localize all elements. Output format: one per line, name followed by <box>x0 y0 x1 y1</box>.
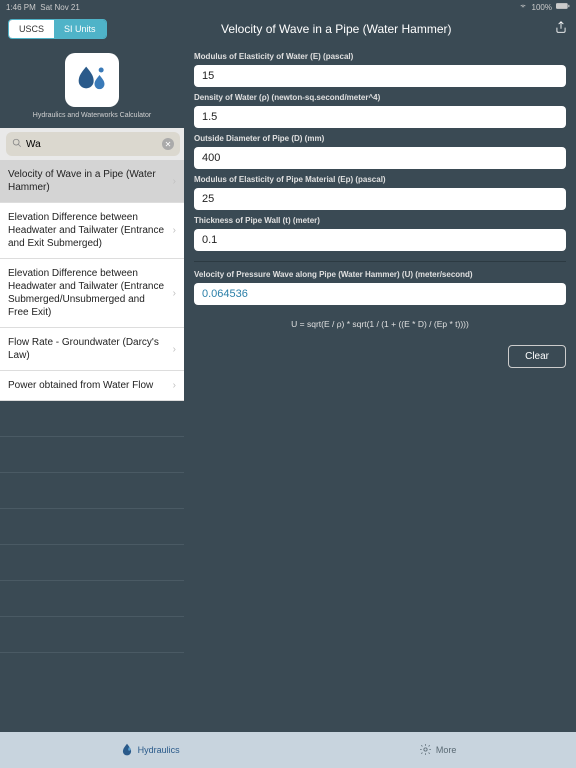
status-bar: 1:46 PM Sat Nov 21 100% <box>0 0 576 14</box>
gear-icon <box>419 743 432 758</box>
chevron-right-icon: › <box>173 380 176 391</box>
content: Modulus of Elasticity of Water (E) (pasc… <box>184 44 576 748</box>
seg-si[interactable]: SI Units <box>54 20 106 38</box>
formula-text: U = sqrt(E / ρ) * sqrt(1 / (1 + ((E * D)… <box>194 319 566 329</box>
tab-label: More <box>436 745 457 755</box>
wifi-icon <box>518 2 528 12</box>
app-logo-box: Hydraulics and Waterworks Calculator <box>0 44 184 128</box>
search-input[interactable] <box>26 139 158 150</box>
list-item[interactable]: Elevation Difference between Headwater a… <box>0 203 184 259</box>
list-item[interactable]: Velocity of Wave in a Pipe (Water Hammer… <box>0 160 184 203</box>
list-item-label: Flow Rate - Groundwater (Darcy's Law) <box>8 336 173 362</box>
page-title: Velocity of Wave in a Pipe (Water Hammer… <box>119 22 554 36</box>
status-date: Sat Nov 21 <box>40 3 80 12</box>
density-water-input[interactable] <box>194 106 566 128</box>
search-row: ✕ Cancel <box>0 128 184 160</box>
field-label: Modulus of Elasticity of Pipe Material (… <box>194 175 566 184</box>
sidebar-fill <box>0 401 184 748</box>
clear-search-icon[interactable]: ✕ <box>162 138 174 150</box>
thickness-wall-input[interactable] <box>194 229 566 251</box>
list-item-label: Elevation Difference between Headwater a… <box>8 211 173 250</box>
list-item-label: Power obtained from Water Flow <box>8 379 159 392</box>
battery-pct: 100% <box>532 3 552 12</box>
list-item[interactable]: Flow Rate - Groundwater (Darcy's Law)› <box>0 328 184 371</box>
tab-label: Hydraulics <box>138 745 180 755</box>
unit-segmented-control[interactable]: USCS SI Units <box>8 19 107 39</box>
field-label: Modulus of Elasticity of Water (E) (pasc… <box>194 52 566 61</box>
tabbar: Hydraulics More <box>0 732 576 768</box>
clear-button[interactable]: Clear <box>508 345 566 368</box>
tab-hydraulics[interactable]: Hydraulics <box>120 742 180 758</box>
chevron-right-icon: › <box>173 225 176 236</box>
calculator-list: Velocity of Wave in a Pipe (Water Hammer… <box>0 160 184 401</box>
header: USCS SI Units Velocity of Wave in a Pipe… <box>0 14 576 44</box>
modulus-pipe-input[interactable] <box>194 188 566 210</box>
divider <box>194 261 566 262</box>
seg-uscs[interactable]: USCS <box>9 20 54 38</box>
sidebar: Hydraulics and Waterworks Calculator ✕ C… <box>0 44 184 748</box>
status-time: 1:46 PM <box>6 3 36 12</box>
modulus-water-input[interactable] <box>194 65 566 87</box>
share-icon[interactable] <box>554 20 568 39</box>
list-item-label: Velocity of Wave in a Pipe (Water Hammer… <box>8 168 173 194</box>
list-item[interactable]: Power obtained from Water Flow › <box>0 371 184 401</box>
chevron-right-icon: › <box>173 176 176 187</box>
droplet-icon <box>120 742 134 758</box>
result-label: Velocity of Pressure Wave along Pipe (Wa… <box>194 270 566 279</box>
field-label: Density of Water (ρ) (newton-sq.second/m… <box>194 93 566 102</box>
chevron-right-icon: › <box>173 288 176 299</box>
battery-icon <box>556 2 570 12</box>
search-box[interactable]: ✕ <box>6 132 180 156</box>
diameter-pipe-input[interactable] <box>194 147 566 169</box>
list-item[interactable]: Elevation Difference between Headwater a… <box>0 259 184 328</box>
app-caption: Hydraulics and Waterworks Calculator <box>33 112 151 119</box>
chevron-right-icon: › <box>173 344 176 355</box>
field-label: Outside Diameter of Pipe (D) (mm) <box>194 134 566 143</box>
list-item-label: Elevation Difference between Headwater a… <box>8 267 173 319</box>
result-output[interactable] <box>194 283 566 305</box>
field-label: Thickness of Pipe Wall (t) (meter) <box>194 216 566 225</box>
search-icon <box>12 135 22 153</box>
tab-more[interactable]: More <box>419 743 457 758</box>
app-logo-icon <box>65 53 119 107</box>
